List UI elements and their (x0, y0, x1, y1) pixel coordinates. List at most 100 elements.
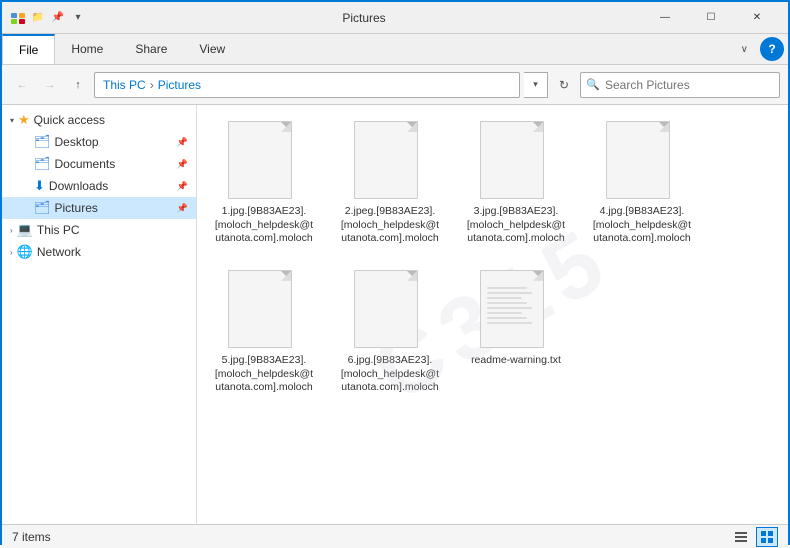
pc-icon: 💻 (17, 222, 33, 238)
pin-icon-pic: 📌 (177, 203, 188, 214)
file-item-3[interactable]: 4.jpg.[9B83AE23].[moloch_helpdesk@tutano… (587, 117, 697, 250)
files-grid: 1.jpg.[9B83AE23].[moloch_helpdesk@tutano… (209, 117, 776, 399)
help-button[interactable]: ? (760, 37, 784, 61)
tab-view[interactable]: View (183, 34, 241, 64)
file-item-0[interactable]: 1.jpg.[9B83AE23].[moloch_helpdesk@tutano… (209, 117, 319, 250)
address-bar: ← → ↑ This PC › Pictures ▾ ↻ 🔍 (2, 65, 788, 105)
maximize-button[interactable]: ☐ (688, 2, 734, 34)
folder-documents-icon: 🗂 (34, 156, 51, 172)
status-bar: 7 items (2, 524, 788, 548)
list-view-button[interactable] (730, 527, 752, 547)
folder-icon-small: 📁 (30, 10, 46, 26)
pin-icon-docs: 📌 (177, 159, 188, 170)
file-line (487, 287, 527, 289)
file-view: C315 1.jpg.[9B83AE23].[moloch_helpdesk@t… (197, 105, 788, 524)
window-title: Pictures (86, 11, 642, 25)
path-thispc[interactable]: This PC (103, 78, 146, 92)
tab-home[interactable]: Home (55, 34, 119, 64)
view-controls (730, 527, 778, 547)
file-icon-2 (480, 121, 552, 201)
close-button[interactable]: ✕ (734, 2, 780, 34)
file-page-4 (228, 270, 292, 348)
file-line (487, 297, 522, 299)
file-icon-6 (480, 270, 552, 350)
back-button[interactable]: ← (10, 73, 34, 97)
search-icon: 🔍 (581, 78, 605, 91)
tab-file[interactable]: File (2, 34, 55, 64)
file-line (487, 307, 532, 309)
folder-desktop-icon: 🗂 (34, 134, 51, 150)
file-name-2: 3.jpg.[9B83AE23].[moloch_helpdesk@tutano… (465, 205, 567, 246)
file-page-1 (354, 121, 418, 199)
file-line (487, 317, 527, 319)
ribbon: File Home Share View ∨ ? (2, 34, 788, 65)
file-page-2 (480, 121, 544, 199)
sidebar-item-desktop[interactable]: 🗂 Desktop 📌 (2, 131, 196, 153)
ribbon-tabs: File Home Share View ∨ ? (2, 34, 788, 64)
ribbon-chevron[interactable]: ∨ (733, 34, 756, 64)
pictures-label: Pictures (55, 201, 98, 215)
pin-icon: 📌 (177, 137, 188, 148)
up-button[interactable]: ↑ (66, 73, 90, 97)
search-box: 🔍 (580, 72, 780, 98)
path-pictures[interactable]: Pictures (158, 78, 201, 92)
file-item-6[interactable]: readme-warning.txt (461, 266, 571, 399)
file-item-2[interactable]: 3.jpg.[9B83AE23].[moloch_helpdesk@tutano… (461, 117, 571, 250)
chevron-right-icon: › (10, 226, 13, 235)
title-bar: 📁 📌 ▾ Pictures — ☐ ✕ (2, 2, 788, 34)
refresh-button[interactable]: ↻ (552, 73, 576, 97)
minimize-button[interactable]: — (642, 2, 688, 34)
documents-label: Documents (55, 157, 116, 171)
file-lines-6 (487, 287, 537, 327)
sidebar-network[interactable]: › 🌐 Network (2, 241, 196, 263)
file-icon-0 (228, 121, 300, 201)
file-item-4[interactable]: 5.jpg.[9B83AE23].[moloch_helpdesk@tutano… (209, 266, 319, 399)
sidebar-item-downloads[interactable]: ⬇ Downloads 📌 (2, 175, 196, 197)
pin-icon-dl: 📌 (177, 181, 188, 192)
file-line (487, 302, 527, 304)
network-icon: 🌐 (17, 244, 33, 260)
file-line (487, 312, 522, 314)
quick-access-label: Quick access (34, 113, 105, 127)
file-icon-3 (606, 121, 678, 201)
sidebar-this-pc[interactable]: › 💻 This PC (2, 219, 196, 241)
address-dropdown[interactable]: ▾ (524, 72, 548, 98)
pin-icon-small: 📌 (50, 10, 66, 26)
file-page-3 (606, 121, 670, 199)
sidebar-item-pictures[interactable]: 🗂 Pictures 📌 (2, 197, 196, 219)
file-page-5 (354, 270, 418, 348)
file-name-4: 5.jpg.[9B83AE23].[moloch_helpdesk@tutano… (213, 354, 315, 395)
file-icon-4 (228, 270, 300, 350)
sidebar-quick-access[interactable]: ▾ ★ Quick access (2, 109, 196, 131)
file-page-0 (228, 121, 292, 199)
file-item-1[interactable]: 2.jpeg.[9B83AE23].[moloch_helpdesk@tutan… (335, 117, 445, 250)
tab-share[interactable]: Share (119, 34, 183, 64)
sidebar: ▾ ★ Quick access 🗂 Desktop 📌 🗂 Documents… (2, 105, 197, 524)
downloads-label: Downloads (49, 179, 108, 193)
file-icon-5 (354, 270, 426, 350)
item-count: 7 items (12, 530, 51, 544)
desktop-label: Desktop (55, 135, 99, 149)
tile-view-button[interactable] (756, 527, 778, 547)
address-path[interactable]: This PC › Pictures (94, 72, 520, 98)
network-label: Network (37, 245, 81, 259)
title-bar-icons: 📁 📌 ▾ (10, 10, 86, 26)
star-icon: ★ (18, 112, 30, 128)
forward-button[interactable]: → (38, 73, 62, 97)
file-page-6 (480, 270, 544, 348)
this-pc-label: This PC (37, 223, 80, 237)
folder-downloads-icon: ⬇ (34, 178, 45, 194)
chevron-down-icon: ▾ (10, 116, 14, 125)
file-icon-1 (354, 121, 426, 201)
folder-pictures-icon: 🗂 (34, 200, 51, 216)
title-bar-controls: — ☐ ✕ (642, 2, 780, 34)
search-input[interactable] (605, 78, 779, 92)
sidebar-item-documents[interactable]: 🗂 Documents 📌 (2, 153, 196, 175)
file-name-0: 1.jpg.[9B83AE23].[moloch_helpdesk@tutano… (213, 205, 315, 246)
dropdown-icon: ▾ (70, 10, 86, 26)
file-name-1: 2.jpeg.[9B83AE23].[moloch_helpdesk@tutan… (339, 205, 441, 246)
chevron-right-icon2: › (10, 248, 13, 257)
main-layout: ▾ ★ Quick access 🗂 Desktop 📌 🗂 Documents… (2, 105, 788, 524)
file-item-5[interactable]: 6.jpg.[9B83AE23].[moloch_helpdesk@tutano… (335, 266, 445, 399)
file-line (487, 322, 532, 324)
